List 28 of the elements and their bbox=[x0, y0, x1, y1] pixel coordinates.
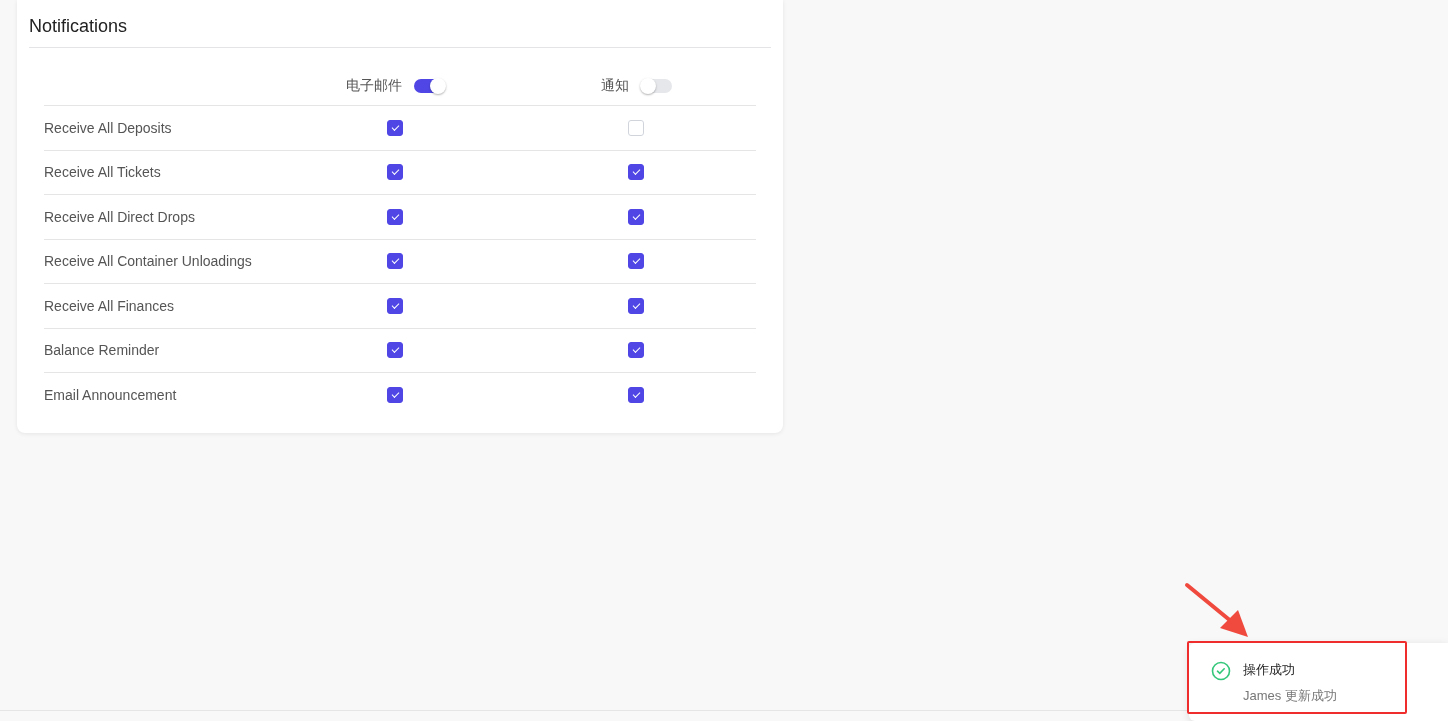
toggle-switch[interactable] bbox=[640, 79, 672, 93]
row-label: Receive All Finances bbox=[44, 297, 174, 314]
check-circle-icon bbox=[1211, 661, 1231, 681]
row-label: Receive All Container Unloadings bbox=[44, 253, 252, 270]
checkbox[interactable] bbox=[628, 164, 644, 181]
row-label: Receive All Direct Drops bbox=[44, 208, 195, 225]
card-title: Notifications bbox=[29, 16, 771, 48]
checkbox[interactable] bbox=[387, 386, 403, 403]
toast-message: James 更新成功 bbox=[1243, 687, 1337, 705]
checkbox[interactable] bbox=[387, 253, 403, 270]
row-label: Receive All Tickets bbox=[44, 164, 161, 181]
checkbox[interactable] bbox=[628, 253, 644, 270]
checkbox[interactable] bbox=[628, 208, 644, 225]
checkbox[interactable] bbox=[387, 297, 403, 314]
row-label: Receive All Deposits bbox=[44, 119, 172, 136]
column-header: 通知 bbox=[600, 77, 629, 95]
toast-title: 操作成功 bbox=[1243, 661, 1296, 679]
column-header: 电子邮件 bbox=[345, 77, 402, 95]
checkbox[interactable] bbox=[387, 119, 403, 136]
checkbox[interactable] bbox=[628, 342, 644, 359]
checkbox[interactable] bbox=[628, 386, 644, 403]
toggle-switch[interactable] bbox=[413, 79, 445, 93]
checkbox[interactable] bbox=[628, 297, 644, 314]
checkbox[interactable] bbox=[387, 342, 403, 359]
row-label: Balance Reminder bbox=[44, 342, 160, 359]
row-label: Email Announcement bbox=[44, 386, 177, 403]
checkbox[interactable] bbox=[387, 208, 403, 225]
checkbox[interactable] bbox=[387, 164, 403, 181]
